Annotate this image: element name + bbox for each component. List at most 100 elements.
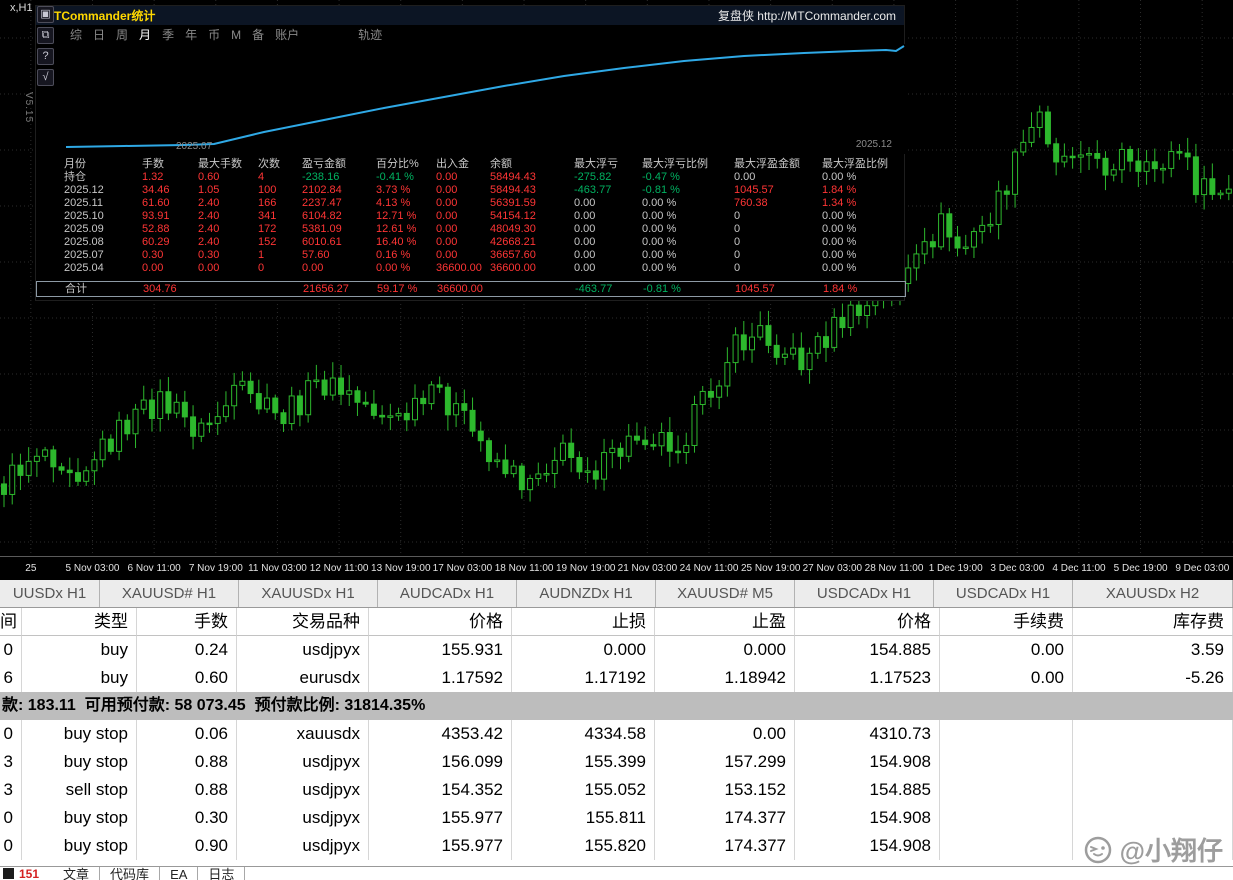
stats-row[interactable]: 2025.1161.602.401662237.474.13 %0.005639… — [36, 197, 906, 210]
stats-tab-综[interactable]: 综 — [70, 26, 82, 43]
stats-cell: 0.00 % — [822, 262, 906, 275]
trade-cell: 0.88 — [137, 748, 237, 776]
community-icon[interactable] — [3, 868, 14, 879]
copy-icon[interactable]: ⧉ — [37, 27, 54, 44]
stats-brand-link[interactable]: 复盘侠 http://MTCommander.com — [718, 7, 896, 24]
windows-icon[interactable]: ▣ — [37, 6, 54, 23]
stats-cell: 0.00 % — [642, 210, 734, 223]
time-axis-label: 5 Dec 19:00 — [1110, 557, 1172, 580]
pending-order-row[interactable]: 3buy stop0.88usdjpyx156.099155.399157.29… — [0, 748, 1233, 776]
trade-cell — [940, 776, 1073, 804]
trade-cell: 154.908 — [795, 832, 940, 860]
stats-cell: 36600.00 — [490, 262, 574, 275]
stats-tab-年[interactable]: 年 — [185, 26, 197, 43]
stats-total-cell — [491, 282, 575, 296]
stats-cell: 1.05 — [198, 184, 258, 197]
stats-header-cell: 余额 — [490, 158, 574, 171]
stats-cell: 2025.12 — [64, 184, 142, 197]
stats-header-cell: 百分比% — [376, 158, 436, 171]
stats-total-cell: 304.76 — [143, 282, 199, 296]
toolbox-tab-日志[interactable]: 日志 — [198, 867, 245, 880]
window-tab-XAUUSDx-H2[interactable]: XAUUSDx H2 — [1073, 580, 1233, 607]
stats-cell: 0.00 — [436, 210, 490, 223]
stats-tab-月[interactable]: 月 — [139, 26, 151, 43]
stats-row[interactable]: 2025.0952.882.401725381.0912.61 %0.00480… — [36, 223, 906, 236]
trade-cell: 1.17592 — [369, 664, 512, 692]
window-tab-AUDCADx-H1[interactable]: AUDCADx H1 — [378, 580, 517, 607]
stats-cell: 6104.82 — [302, 210, 376, 223]
stats-cell: 760.38 — [734, 197, 822, 210]
trade-cell: usdjpyx — [237, 748, 369, 776]
trade-header-cell: 止损 — [512, 608, 655, 636]
stats-cell: 36657.60 — [490, 249, 574, 262]
window-tab-XAUUSDx-H1[interactable]: XAUUSDx H1 — [239, 580, 378, 607]
stats-row[interactable]: 2025.070.300.30157.600.16 %0.0036657.600… — [36, 249, 906, 262]
toolbox-tab-代码库[interactable]: 代码库 — [100, 867, 160, 880]
stats-header-cell: 手数 — [142, 158, 198, 171]
watermark: @小翔仔 — [1083, 831, 1223, 868]
check-icon[interactable]: √ — [37, 69, 54, 86]
trade-cell: eurusdx — [237, 664, 369, 692]
time-axis-label: 13 Nov 19:00 — [370, 557, 432, 580]
time-axis-label: 12 Nov 11:00 — [308, 557, 370, 580]
stats-tab-bar: 综日周月季年币M备账户 轨迹 — [36, 25, 904, 44]
stats-cell: 0.16 % — [376, 249, 436, 262]
stats-tab-M[interactable]: M — [231, 28, 241, 42]
stats-cell: 48049.30 — [490, 223, 574, 236]
stats-table: 月份手数最大手数次数盈亏金额百分比%出入金余额最大浮亏最大浮亏比例最大浮盈金额最… — [36, 158, 906, 297]
trade-cell: 0.60 — [137, 664, 237, 692]
stats-tab-账户[interactable]: 账户 — [275, 26, 299, 43]
trade-cell: -5.26 — [1073, 664, 1233, 692]
stats-tab-日[interactable]: 日 — [93, 26, 105, 43]
trade-cell: 1.17523 — [795, 664, 940, 692]
stats-cell: 12.71 % — [376, 210, 436, 223]
stats-tab-周[interactable]: 周 — [116, 26, 128, 43]
stats-row[interactable]: 2025.1093.912.403416104.8212.71 %0.00541… — [36, 210, 906, 223]
stats-cell: 0.00 — [574, 236, 642, 249]
stats-row[interactable]: 2025.040.000.0000.000.00 %36600.0036600.… — [36, 262, 906, 275]
stats-total-row[interactable]: 合计304.7621656.2759.17 %36600.00-463.77-0… — [36, 281, 906, 297]
pending-order-row[interactable]: 0buy stop0.30usdjpyx155.977155.811174.37… — [0, 804, 1233, 832]
stats-cell: 2.40 — [198, 236, 258, 249]
window-tab-USDCADx-H1[interactable]: USDCADx H1 — [934, 580, 1073, 607]
window-tab-UUSDx-H1[interactable]: UUSDx H1 — [0, 580, 100, 607]
time-axis-label: 17 Nov 03:00 — [432, 557, 494, 580]
window-tab-AUDNZDx-H1[interactable]: AUDNZDx H1 — [517, 580, 656, 607]
stats-cell: 1 — [258, 249, 302, 262]
stats-cell: 61.60 — [142, 197, 198, 210]
trade-cell: buy — [22, 664, 137, 692]
time-axis-label: 5 Nov 03:00 — [62, 557, 124, 580]
stats-titlebar[interactable]: MTCommander统计 复盘侠 http://MTCommander.com — [36, 6, 904, 25]
toolbox-tab-文章[interactable]: 文章 — [53, 867, 100, 880]
stats-tab-备[interactable]: 备 — [252, 26, 264, 43]
stats-cell: 0.00 — [574, 210, 642, 223]
window-tab-XAUUSD-H1[interactable]: XAUUSD# H1 — [100, 580, 239, 607]
pending-order-row[interactable]: 0buy stop0.90usdjpyx155.977155.820174.37… — [0, 832, 1233, 860]
time-axis-label: 4 Dec 11:00 — [1048, 557, 1110, 580]
stats-row[interactable]: 2025.1234.461.051002102.843.73 %0.005849… — [36, 184, 906, 197]
open-position-row[interactable]: 0buy0.24usdjpyx155.9310.0000.000154.8850… — [0, 636, 1233, 664]
pending-order-row[interactable]: 0buy stop0.06xauusdx4353.424334.580.0043… — [0, 720, 1233, 748]
toolbox-tab-EA[interactable]: EA — [160, 867, 198, 880]
stats-header-cell: 最大浮亏 — [574, 158, 642, 171]
trade-cell: 0 — [0, 832, 22, 860]
stats-tab-季[interactable]: 季 — [162, 26, 174, 43]
window-tab-USDCADx-H1[interactable]: USDCADx H1 — [795, 580, 934, 607]
stats-cell: -0.41 % — [376, 171, 436, 184]
help-icon[interactable]: ? — [37, 48, 54, 65]
pending-order-row[interactable]: 3sell stop0.88usdjpyx154.352155.052153.1… — [0, 776, 1233, 804]
time-axis-label: 19 Nov 19:00 — [555, 557, 617, 580]
chart-toolbar: ▣ ⧉? √ — [37, 6, 54, 86]
notification-badge: 151 — [19, 867, 39, 880]
trade-cell: 0.30 — [137, 804, 237, 832]
stats-tab-币[interactable]: 币 — [208, 26, 220, 43]
stats-cell: 0.00 % — [642, 197, 734, 210]
stats-row[interactable]: 持仓1.320.604-238.16-0.41 %0.0058494.43-27… — [36, 171, 906, 184]
window-tab-XAUUSD-M5[interactable]: XAUUSD# M5 — [656, 580, 795, 607]
open-position-row[interactable]: 6buy0.60eurusdx1.175921.171921.189421.17… — [0, 664, 1233, 692]
stats-header-cell: 最大浮亏比例 — [642, 158, 734, 171]
stats-tab-轨迹[interactable]: 轨迹 — [358, 26, 382, 43]
trade-cell: usdjpyx — [237, 776, 369, 804]
trade-cell — [1073, 776, 1233, 804]
stats-row[interactable]: 2025.0860.292.401526010.6116.40 %0.00426… — [36, 236, 906, 249]
